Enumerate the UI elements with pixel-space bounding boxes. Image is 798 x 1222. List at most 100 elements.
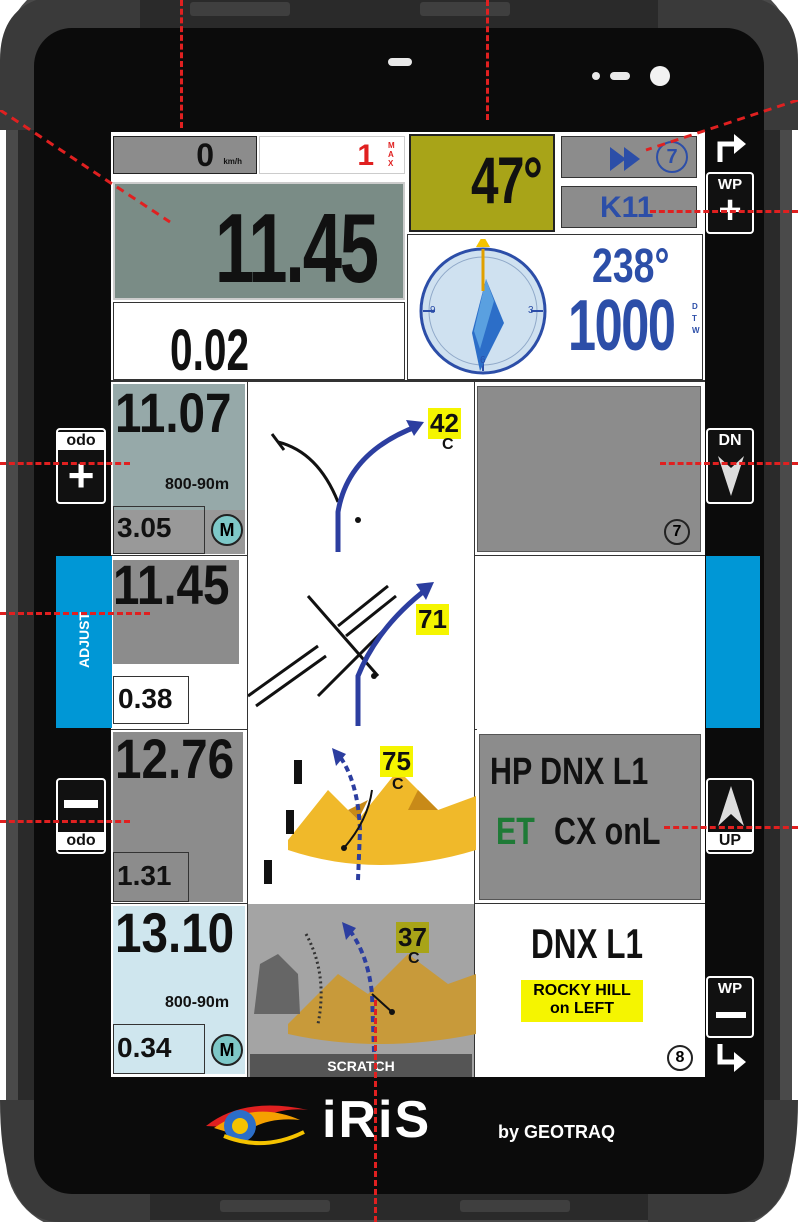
iris-eye-icon <box>206 1105 308 1146</box>
scratch-label: SCRATCH <box>327 1058 395 1074</box>
row-caution: 71 <box>416 604 449 635</box>
scratch-bar[interactable]: SCRATCH <box>250 1054 472 1077</box>
partial-odometer-panel[interactable]: 0.02 <box>113 302 405 383</box>
row-note-line-3: CX onL <box>554 811 661 853</box>
plus-icon: + <box>67 449 95 501</box>
row-number-badge: 8 <box>667 1045 693 1071</box>
callout-line <box>0 820 130 823</box>
row-partial: 1.31 <box>117 860 172 891</box>
row-note: 800-90m <box>165 994 230 1011</box>
max-speed-panel: 1 MAX <box>259 136 405 174</box>
wp-minus-button[interactable]: WP <box>706 976 754 1038</box>
compass-mark-e: 3 <box>528 305 534 316</box>
heading-panel: 47° <box>409 134 555 232</box>
tulip-rocky-hill-icon <box>254 922 476 1053</box>
callout-line <box>660 462 798 465</box>
row-tulip-cell: 42 C <box>247 382 475 556</box>
row-note-line-2: ET <box>496 811 535 853</box>
waypoint-name-panel: K11 <box>561 186 697 228</box>
callout-line <box>645 100 798 152</box>
odo-minus-button[interactable]: odo <box>56 778 106 854</box>
app-screen: 0 km/h 1 MAX 47° 7 K11 11.45 0.02 9 3 6 … <box>111 132 705 1077</box>
speed-unit: km/h <box>223 157 242 166</box>
roadbook-row[interactable]: 11.07 800-90m 3.05 M 42 C 7 <box>111 381 705 556</box>
row-note-line-3: on LEFT <box>550 1000 614 1017</box>
callout-line <box>664 826 798 829</box>
tulip-dunes-icon <box>264 748 476 884</box>
note-highlight: ROCKY HILL on LEFT <box>521 980 643 1022</box>
row-caution: 75 <box>380 746 413 777</box>
distance-label: DTW <box>692 302 700 335</box>
row-total-cell: 12.76 1.31 <box>113 727 243 902</box>
up-label: UP <box>708 832 752 850</box>
row-total: 11.07 <box>115 381 232 444</box>
compass-mark-s: 6 <box>480 355 486 366</box>
tulip-railway-crossing-icon <box>248 582 434 726</box>
row-notes-cell: HP DNX L1 ET CX onL <box>479 734 701 900</box>
row-partial: 0.34 <box>117 1032 172 1063</box>
callout-line <box>486 0 489 120</box>
callout-line <box>0 612 150 615</box>
row-caution-sub: C <box>408 950 420 967</box>
roadbook-row[interactable]: 11.45 0.38 71 <box>111 553 705 730</box>
row-number-badge: 7 <box>664 519 690 545</box>
row-note: 800-90m <box>165 476 230 493</box>
wp-minus-label: WP <box>717 980 743 997</box>
row-mark-badge: M <box>211 1034 243 1066</box>
navigation-panel: 9 3 6 238° 1000 DTW <box>407 234 703 380</box>
main-odometer-value: 11.45 <box>215 193 379 303</box>
row-tulip-cell: 75 C <box>247 730 476 904</box>
row-note-line-1: DNX L1 <box>531 920 644 967</box>
turn-right-down-icon[interactable] <box>714 1044 748 1074</box>
right-blue-bar <box>706 556 760 728</box>
partial-odometer-value: 0.02 <box>170 318 250 383</box>
row-partial: 3.05 <box>117 512 172 543</box>
row-caution: 37 <box>396 922 429 953</box>
max-label: MAX <box>388 141 395 168</box>
row-total: 11.45 <box>113 553 230 616</box>
roadbook-grid: 11.07 800-90m 3.05 M 42 C 7 11.45 0.38 7… <box>111 380 705 1077</box>
row-caution: 42 <box>428 408 461 439</box>
row-notes-cell <box>477 556 705 730</box>
row-tulip-cell: 37 C SCRATCH <box>247 904 476 1077</box>
callout-line <box>0 462 130 465</box>
max-speed-value: 1 <box>357 139 374 172</box>
row-mark-badge: M <box>211 514 243 546</box>
dn-label: DN <box>718 432 742 449</box>
row-tulip-cell: 71 <box>247 556 475 730</box>
adjust-label: ADJUST <box>76 612 92 669</box>
row-total-cell: 11.07 800-90m 3.05 M <box>113 381 245 554</box>
brand-by-text: by GEOTRAQ <box>498 1122 616 1142</box>
row-partial-box: 0.38 <box>113 676 189 724</box>
callout-line <box>374 1000 377 1222</box>
row-total: 12.76 <box>115 727 235 790</box>
speed-value: 0 <box>196 137 214 173</box>
callout-line <box>180 0 183 128</box>
wp-plus-button[interactable]: WP + <box>706 172 754 234</box>
roadbook-row[interactable]: 12.76 1.31 75 C HP DNX L1 ET CX onL <box>111 727 705 904</box>
minus-icon <box>64 800 98 808</box>
roadbook-row[interactable]: 13.10 800-90m 0.34 M 37 C SCRATCH DNX L1… <box>111 901 705 1077</box>
callout-line <box>0 110 171 224</box>
row-caution-sub: C <box>392 776 404 793</box>
minus-icon <box>716 1012 746 1018</box>
adjust-button[interactable]: ADJUST <box>56 556 112 728</box>
dn-button[interactable]: DN <box>706 428 754 504</box>
row-notes-cell: 7 <box>477 386 701 552</box>
heading-value: 47° <box>471 143 543 217</box>
compass-mark-w: 9 <box>430 305 436 316</box>
row-note-line-2: ROCKY HILL <box>533 982 631 999</box>
row-total: 13.10 <box>115 901 235 964</box>
distance-value: 1000 <box>568 286 676 366</box>
row-caution-sub: C <box>442 436 454 453</box>
up-button[interactable]: UP <box>706 778 754 854</box>
odo-plus-button[interactable]: odo + <box>56 428 106 504</box>
row-total-cell: 13.10 800-90m 0.34 M <box>113 901 245 1074</box>
odo-plus-label: odo <box>58 432 104 450</box>
waypoint-name: K11 <box>600 191 654 224</box>
arrow-up-icon <box>718 786 744 826</box>
odo-minus-label: odo <box>58 832 104 850</box>
row-notes-cell: DNX L1 ROCKY HILL on LEFT 8 <box>477 904 705 1077</box>
row-note-line-1: HP DNX L1 <box>490 751 649 793</box>
callout-line <box>650 210 798 213</box>
